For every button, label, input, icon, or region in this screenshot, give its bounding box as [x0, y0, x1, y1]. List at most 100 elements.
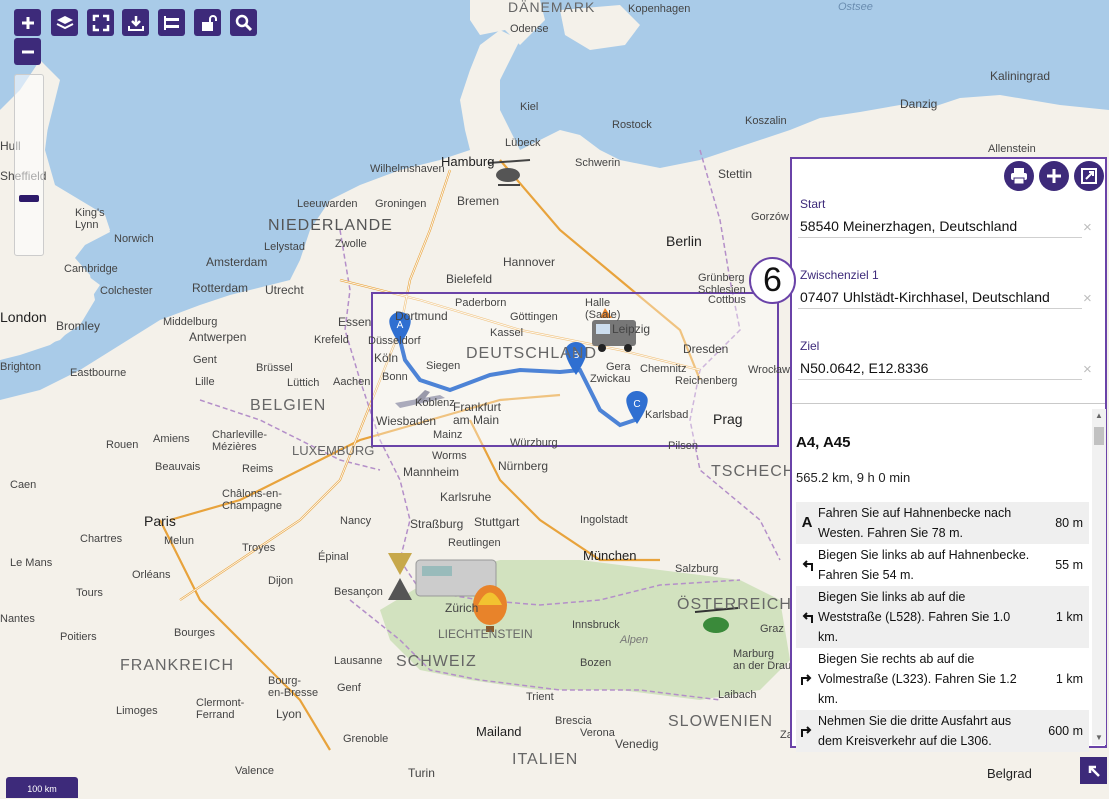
label-antwerpen: Antwerpen	[189, 330, 246, 344]
destination-label: Ziel	[800, 339, 820, 353]
via-input[interactable]	[798, 286, 1082, 309]
add-waypoint-button[interactable]	[1039, 161, 1069, 191]
swap-button[interactable]	[158, 9, 185, 36]
label-nurnberg: Nürnberg	[498, 459, 548, 473]
label-bolzano: Bozen	[580, 657, 611, 669]
direction-text: Nehmen Sie die dritte Ausfahrt aus dem K…	[818, 714, 1012, 748]
zoom-out-button[interactable]	[14, 38, 41, 65]
scrollbar-thumb[interactable]	[1094, 427, 1104, 445]
label-odense: Odense	[510, 23, 549, 35]
start-clear-button[interactable]: ×	[1083, 219, 1092, 236]
start-input[interactable]	[798, 215, 1082, 238]
turn-left-icon	[796, 544, 818, 586]
label-dijon: Dijon	[268, 575, 293, 587]
print-button[interactable]	[1004, 161, 1034, 191]
start-label: Start	[800, 197, 826, 211]
panel-divider	[792, 403, 1105, 404]
label-limoges: Limoges	[116, 705, 158, 717]
label-genf: Genf	[337, 682, 362, 694]
direction-step[interactable]: Nehmen Sie die dritte Ausfahrt aus dem K…	[796, 710, 1089, 752]
label-brescia: Brescia	[555, 715, 593, 727]
print-icon	[1011, 168, 1027, 185]
direction-distance: 1 km	[1055, 672, 1083, 686]
label-leipzig: Leipzig	[612, 322, 650, 336]
zoom-in-button[interactable]	[14, 9, 41, 36]
via-clear-button[interactable]: ×	[1083, 290, 1092, 307]
label-reims: Reims	[242, 463, 274, 475]
direction-step[interactable]: A Fahren Sie auf Hahnenbecke nach Westen…	[796, 502, 1089, 544]
download-button[interactable]	[122, 9, 149, 36]
label-rotterdam: Rotterdam	[192, 281, 248, 295]
zoom-slider-handle[interactable]	[19, 195, 39, 202]
direction-step[interactable]: Biegen Sie links ab auf die Weststraße (…	[796, 586, 1089, 648]
scroll-up-icon[interactable]: ▲	[1092, 409, 1106, 423]
label-wiesbaden: Wiesbaden	[376, 414, 436, 428]
lock-button[interactable]	[194, 9, 221, 36]
direction-distance: 1 km	[1055, 610, 1083, 624]
label-besancon: Besançon	[334, 586, 383, 598]
label-troyes: Troyes	[242, 542, 276, 554]
label-berlin: Berlin	[666, 233, 702, 249]
search-button[interactable]	[230, 9, 257, 36]
directions-scrollbar[interactable]: ▲ ▼	[1092, 409, 1106, 745]
label-siegen: Siegen	[426, 360, 460, 372]
label-colchester: Colchester	[100, 285, 153, 297]
label-stuttgart: Stuttgart	[474, 515, 520, 529]
direction-text: Fahren Sie auf Hahnenbecke nach Westen. …	[818, 506, 1012, 540]
label-ostsee: Ostsee	[838, 1, 873, 13]
label-orleans: Orléans	[132, 569, 171, 581]
scroll-down-icon[interactable]: ▼	[1092, 731, 1106, 745]
label-mailand: Mailand	[476, 724, 522, 739]
direction-text: Biegen Sie rechts ab auf die Volmestraße…	[818, 652, 1017, 706]
step-number-badge: 6	[749, 257, 796, 304]
label-lubeck: Lübeck	[505, 137, 541, 149]
label-turin: Turin	[408, 766, 435, 780]
label-reichenberg: Reichenberg	[675, 375, 737, 387]
direction-step[interactable]: Biegen Sie rechts ab auf die Volmestraße…	[796, 648, 1089, 710]
turn-left-icon	[796, 586, 818, 648]
label-epinal: Épinal	[318, 550, 349, 563]
label-prag: Prag	[713, 411, 743, 427]
label-karlsbad: Karlsbad	[645, 409, 688, 421]
label-gorzow: Gorzów	[751, 211, 789, 223]
label-middelburg: Middelburg	[163, 316, 217, 328]
label-kopenhagen: Kopenhagen	[628, 3, 690, 15]
label-bourges: Bourges	[174, 627, 215, 639]
label-brighton: Brighton	[0, 361, 41, 373]
label-wroclaw: Wrocław	[748, 364, 790, 376]
label-hamburg: Hamburg	[441, 154, 494, 169]
label-salzburg: Salzburg	[675, 563, 718, 575]
label-nantes: Nantes	[0, 613, 35, 625]
scale-label: 100 km	[27, 784, 57, 794]
destination-input[interactable]	[798, 357, 1082, 380]
label-munchen: München	[583, 548, 636, 563]
route-summary: 565.2 km, 9 h 0 min	[796, 470, 911, 485]
label-schwerin: Schwerin	[575, 157, 620, 169]
label-frankfurt: Frankfurt am Main	[453, 400, 502, 427]
label-luxemburg: LUXEMBURG	[292, 443, 374, 458]
direction-text: Biegen Sie links ab auf die Weststraße (…	[818, 590, 1011, 644]
label-lutich: Lüttich	[287, 377, 319, 389]
download-icon	[127, 15, 144, 31]
layers-button[interactable]	[51, 9, 78, 36]
label-verona: Verona	[580, 727, 616, 739]
layers-icon	[56, 15, 73, 29]
label-cambridge: Cambridge	[64, 263, 118, 275]
label-hannover: Hannover	[503, 255, 555, 269]
label-dresden: Dresden	[683, 342, 728, 356]
label-tours: Tours	[76, 587, 103, 599]
destination-clear-button[interactable]: ×	[1083, 361, 1092, 378]
fullscreen-button[interactable]	[87, 9, 114, 36]
label-bielefeld: Bielefeld	[446, 272, 492, 286]
label-lausanne: Lausanne	[334, 655, 382, 667]
zoom-slider[interactable]	[14, 74, 44, 256]
label-paderborn: Paderborn	[455, 297, 506, 309]
svg-text:C: C	[633, 399, 640, 410]
scale-bar: 100 km	[6, 777, 78, 798]
collapse-panel-button[interactable]	[1080, 757, 1107, 784]
label-bremen: Bremen	[457, 194, 499, 208]
label-belgien: BELGIEN	[250, 397, 326, 414]
export-button[interactable]	[1074, 161, 1104, 191]
direction-step[interactable]: Biegen Sie links ab auf Hahnenbecke. Fah…	[796, 544, 1089, 586]
label-beauvais: Beauvais	[155, 461, 201, 473]
